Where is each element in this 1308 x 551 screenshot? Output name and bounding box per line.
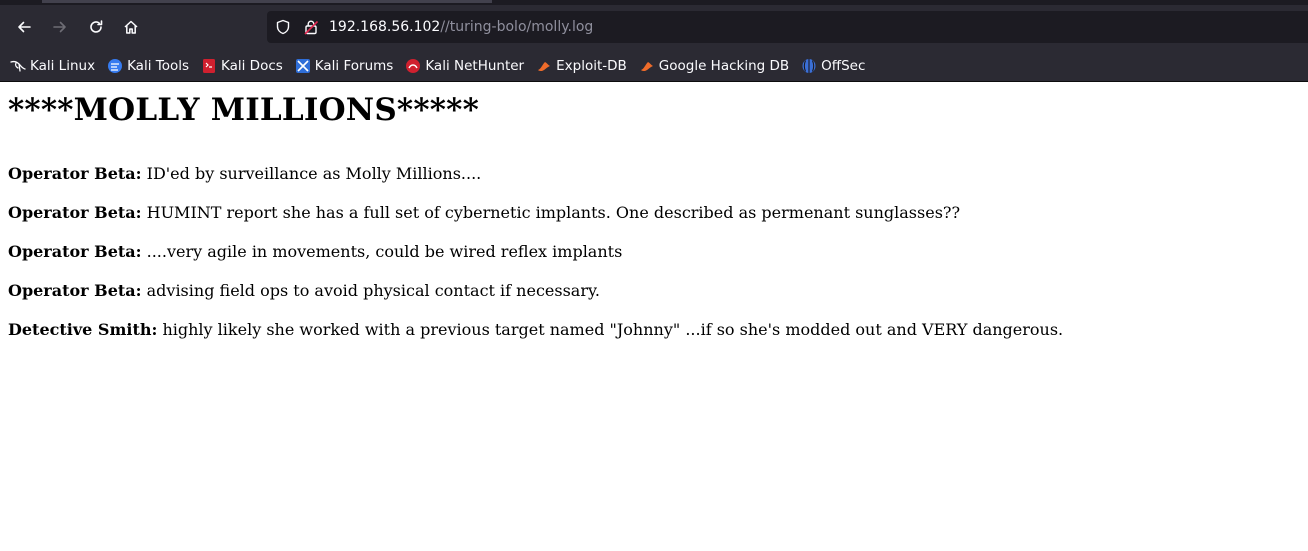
kali-dragon-icon: [10, 60, 26, 72]
page-title: ****MOLLY MILLIONS*****: [8, 92, 479, 128]
log-entry: Operator Beta: HUMINT report she has a f…: [8, 203, 1300, 223]
bookmark-kali-forums[interactable]: Kali Forums: [295, 58, 394, 74]
bookmark-offsec[interactable]: OffSec: [801, 58, 865, 74]
entry-speaker: Operator Beta:: [8, 242, 142, 261]
bookmark-label: Kali Forums: [314, 58, 394, 74]
entry-text: advising field ops to avoid physical con…: [141, 281, 600, 300]
arrow-left-icon: [18, 21, 31, 33]
page-content: ****MOLLY MILLIONS***** Operator Beta: I…: [0, 92, 1308, 340]
entry-speaker: Detective Smith:: [8, 320, 158, 339]
url-bar[interactable]: 192.168.56.102//turing-bolo/molly.log: [267, 11, 1308, 43]
kali-tools-icon: [108, 59, 123, 73]
log-entry: Detective Smith: highly likely she worke…: [8, 320, 1300, 340]
bookmark-google-hacking-db[interactable]: Google Hacking DB: [639, 58, 789, 74]
reload-icon: [90, 20, 103, 33]
back-button[interactable]: [7, 10, 41, 44]
forward-button[interactable]: [43, 10, 77, 44]
entry-speaker: Operator Beta:: [8, 281, 142, 300]
arrow-right-icon: [53, 21, 66, 33]
home-button[interactable]: [114, 10, 148, 44]
kali-docs-icon: [203, 59, 215, 73]
entry-text: ....very agile in movements, could be wi…: [141, 242, 623, 261]
bookmark-label: Kali Linux: [30, 58, 96, 74]
kali-forums-icon: [295, 59, 310, 73]
insecure-lock-icon[interactable]: [303, 19, 319, 35]
bookmark-label: OffSec: [821, 58, 866, 74]
entry-text: ID'ed by surveillance as Molly Millions.…: [141, 164, 482, 183]
bookmark-kali-linux[interactable]: Kali Linux: [10, 58, 95, 74]
home-icon: [124, 20, 138, 34]
log-entry: Operator Beta: advising field ops to avo…: [8, 281, 1300, 301]
bookmark-label: Google Hacking DB: [658, 58, 790, 74]
url-path: //turing-bolo/molly.log: [440, 19, 594, 35]
entry-speaker: Operator Beta:: [8, 203, 142, 222]
entry-text: highly likely she worked with a previous…: [157, 320, 1064, 339]
bookmark-kali-tools[interactable]: Kali Tools: [107, 58, 189, 74]
bookmark-label: Exploit-DB: [556, 58, 627, 74]
nethunter-icon: [406, 59, 421, 73]
url-host: 192.168.56.102: [329, 19, 441, 35]
entry-text: HUMINT report she has a full set of cybe…: [141, 203, 961, 222]
bookmark-kali-nethunter[interactable]: Kali NetHunter: [405, 58, 524, 74]
offsec-icon: [802, 59, 816, 73]
shield-icon[interactable]: [275, 19, 291, 35]
log-entry: Operator Beta: ID'ed by surveillance as …: [8, 164, 1300, 184]
ghdb-icon: [640, 62, 653, 71]
bookmark-exploit-db[interactable]: Exploit-DB: [536, 58, 627, 74]
bookmark-label: Kali Tools: [127, 58, 189, 74]
reload-button[interactable]: [79, 10, 113, 44]
bookmark-label: Kali Docs: [221, 58, 283, 74]
entry-speaker: Operator Beta:: [8, 164, 142, 183]
active-tab[interactable]: [42, 0, 492, 3]
exploit-db-icon: [538, 62, 551, 71]
bookmark-kali-docs[interactable]: Kali Docs: [201, 58, 283, 74]
bookmark-label: Kali NetHunter: [425, 58, 525, 74]
log-entry: Operator Beta: ....very agile in movemen…: [8, 242, 1300, 262]
bookmarks-toolbar: Kali Linux Kali Tools Kali Docs Kali For…: [0, 51, 1308, 82]
url-text[interactable]: 192.168.56.102//turing-bolo/molly.log: [329, 11, 593, 43]
navigation-toolbar: 192.168.56.102//turing-bolo/molly.log: [0, 5, 1308, 51]
